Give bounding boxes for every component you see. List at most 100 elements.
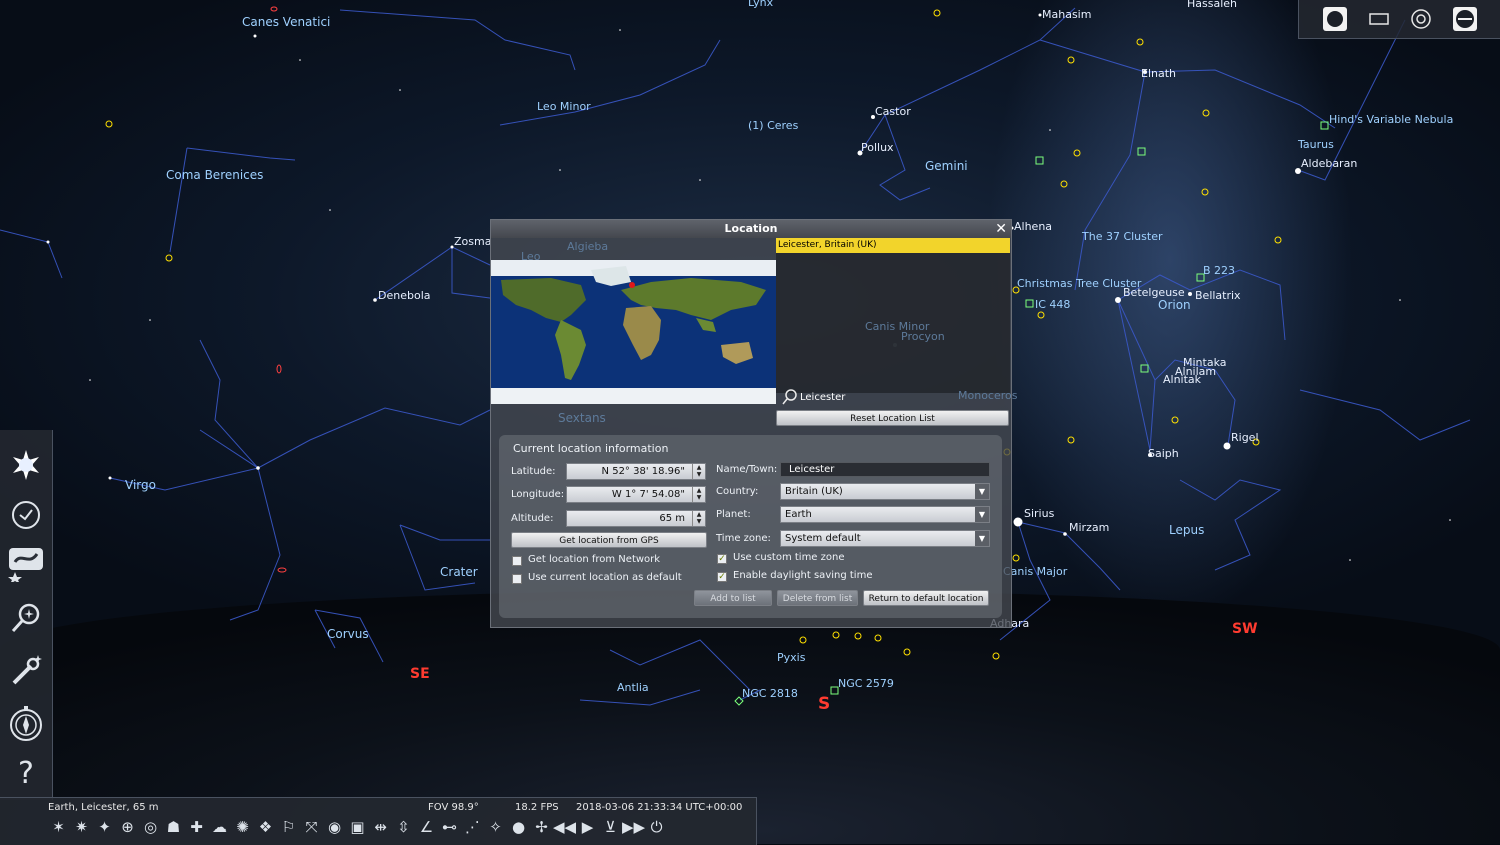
country-select[interactable]: Britain (UK) ▼ xyxy=(780,483,990,500)
clock-icon xyxy=(12,501,40,529)
star-label: Alnitak xyxy=(1163,373,1202,386)
sky-view-options-button[interactable] xyxy=(6,543,46,583)
reset-location-list-button[interactable]: Reset Location List xyxy=(776,410,1009,426)
minimize-icon xyxy=(1453,7,1477,31)
get-location-gps-button[interactable]: Get location from GPS xyxy=(511,532,707,548)
daylight-saving-checkbox-label: Enable daylight saving time xyxy=(733,570,873,581)
spin-arrows-icon[interactable]: ▲ ▼ xyxy=(692,511,705,526)
planet-select[interactable]: Earth ▼ xyxy=(780,506,990,523)
ground-icon[interactable]: ☗ xyxy=(163,816,184,837)
custom-timezone-checkbox[interactable]: ✓ xyxy=(717,554,727,564)
sun-icon xyxy=(13,450,39,480)
now-icon[interactable]: ⊻ xyxy=(600,816,621,837)
cardinal-s: S xyxy=(818,694,831,714)
constellation-label: Pyxis xyxy=(777,651,806,664)
dialog-title[interactable]: Location xyxy=(491,220,1011,238)
current-location-panel: Current location information Latitude: N… xyxy=(499,435,1002,618)
constellation-label: Corvus xyxy=(327,627,369,641)
nebula-label: NGC 2579 xyxy=(838,677,894,690)
planet-labels-icon[interactable]: ⚐ xyxy=(278,816,299,837)
atmosphere-icon[interactable]: ☁ xyxy=(209,816,230,837)
constellation-label: Taurus xyxy=(1298,138,1334,151)
constellation-label: Coma Berenices xyxy=(166,168,264,182)
planet-value: Earth xyxy=(785,509,812,520)
constellation-label: Canis Major xyxy=(1003,565,1068,578)
name-town-field[interactable]: Leicester xyxy=(780,462,990,477)
constellation-lines-icon[interactable]: ✶ xyxy=(48,816,69,837)
time-pin-icon[interactable]: ✢ xyxy=(531,816,552,837)
add-to-list-button[interactable]: Add to list xyxy=(694,590,772,606)
star-label: Mahasim xyxy=(1042,8,1092,21)
timezone-value: System default xyxy=(785,533,861,544)
background-sky-label: Leo xyxy=(521,250,541,263)
latitude-spinbox[interactable]: N 52° 38' 18.96" ▲ ▼ xyxy=(566,463,706,480)
location-window-button[interactable] xyxy=(6,703,46,743)
equatorial-grid-icon[interactable]: ⊕ xyxy=(117,816,138,837)
rewind-icon[interactable]: ◀◀ xyxy=(553,816,576,837)
constellation-label: Lepus xyxy=(1169,523,1205,537)
wrench-icon xyxy=(12,655,42,685)
location-list-item-selected[interactable]: Leicester, Britain (UK) xyxy=(776,238,1010,253)
constellation-labels-icon[interactable]: ✷ xyxy=(71,816,92,837)
target-icon xyxy=(1411,9,1431,29)
fast-forward-icon[interactable]: ▶▶ xyxy=(622,816,645,837)
search-icon xyxy=(11,603,40,633)
altitude-spinbox[interactable]: 65 m ▲ ▼ xyxy=(566,510,706,527)
latitude-value: N 52° 38' 18.96" xyxy=(601,466,685,477)
angle-measure-icon[interactable]: ∠ xyxy=(416,816,437,837)
cardinal-points-icon[interactable]: ✚ xyxy=(186,816,207,837)
altitude-label: Altitude: xyxy=(511,513,554,524)
flip-vertical-icon[interactable]: ⇳ xyxy=(393,816,414,837)
quit-icon[interactable]: ⏻ xyxy=(646,816,667,837)
timezone-select[interactable]: System default ▼ xyxy=(780,530,990,547)
bottom-icon-strip: ✶ ✷ ✦ ⊕ ◎ ☗ ✚ ☁ ✺ ❖ ⚐ ⤧ ◉ ▣ ⇹ ⇳ ∠ ⊷ ⋰ ✧ … xyxy=(48,816,667,837)
cardinal-sw: SW xyxy=(1232,621,1258,637)
search-window-button[interactable] xyxy=(6,598,46,638)
window-mode-button[interactable] xyxy=(1365,6,1393,32)
constellation-label: Antlia xyxy=(617,681,649,694)
world-map[interactable] xyxy=(491,260,776,404)
fullscreen-toggle-icon[interactable] xyxy=(1321,6,1349,32)
exoplanets-icon[interactable]: ✧ xyxy=(485,816,506,837)
play-icon[interactable]: ▶ xyxy=(577,816,598,837)
section-title: Current location information xyxy=(513,442,669,455)
cardinal-se: SE xyxy=(410,666,430,682)
latitude-label: Latitude: xyxy=(511,466,556,477)
flip-horizontal-icon[interactable]: ⇹ xyxy=(370,816,391,837)
target-button[interactable] xyxy=(1407,6,1435,32)
constellation-label: Crater xyxy=(440,565,478,579)
location-list[interactable]: Leicester, Britain (UK) Canis Minor Proc… xyxy=(776,238,1010,393)
star-label: Bellatrix xyxy=(1195,289,1241,302)
nebula-label: Hind's Variable Nebula xyxy=(1329,113,1454,126)
network-checkbox-label: Get location from Network xyxy=(528,554,661,565)
close-icon[interactable]: ✕ xyxy=(995,221,1007,237)
mount-icon[interactable]: ⤧ xyxy=(301,816,322,837)
azimuthal-grid-icon[interactable]: ◎ xyxy=(140,816,161,837)
network-checkbox[interactable] xyxy=(512,556,522,566)
date-time-button[interactable] xyxy=(6,495,46,535)
ocular-icon[interactable]: ▣ xyxy=(347,816,368,837)
daylight-saving-checkbox[interactable]: ✓ xyxy=(717,572,727,582)
satellites-icon[interactable]: ⊷ xyxy=(439,816,460,837)
location-status: Earth, Leicester, 65 m xyxy=(48,802,159,813)
minus-button[interactable] xyxy=(1451,6,1479,32)
default-location-checkbox[interactable] xyxy=(512,574,522,584)
nebula-background-icon[interactable]: ❖ xyxy=(255,816,276,837)
return-to-default-button[interactable]: Return to default location xyxy=(863,590,989,606)
default-location-checkbox-label: Use current location as default xyxy=(528,572,682,583)
help-button[interactable]: ? xyxy=(6,753,46,793)
constellation-art-icon[interactable]: ✦ xyxy=(94,816,115,837)
spin-arrows-icon[interactable]: ▲ ▼ xyxy=(692,464,705,479)
night-mode-icon[interactable]: ◉ xyxy=(324,816,345,837)
compass-icon xyxy=(10,706,42,741)
nebulae-icon[interactable]: ✺ xyxy=(232,816,253,837)
sky-light-button[interactable] xyxy=(6,445,46,485)
planet-label: Planet: xyxy=(716,509,751,520)
spin-arrows-icon[interactable]: ▲ ▼ xyxy=(692,487,705,502)
solar-system-icon[interactable]: ● xyxy=(508,816,529,837)
configuration-button[interactable] xyxy=(6,650,46,690)
meteor-showers-icon[interactable]: ⋰ xyxy=(462,816,483,837)
delete-from-list-button[interactable]: Delete from list xyxy=(777,590,858,606)
star-label: Rigel xyxy=(1231,431,1259,444)
longitude-spinbox[interactable]: W 1° 7' 54.08" ▲ ▼ xyxy=(566,486,706,503)
